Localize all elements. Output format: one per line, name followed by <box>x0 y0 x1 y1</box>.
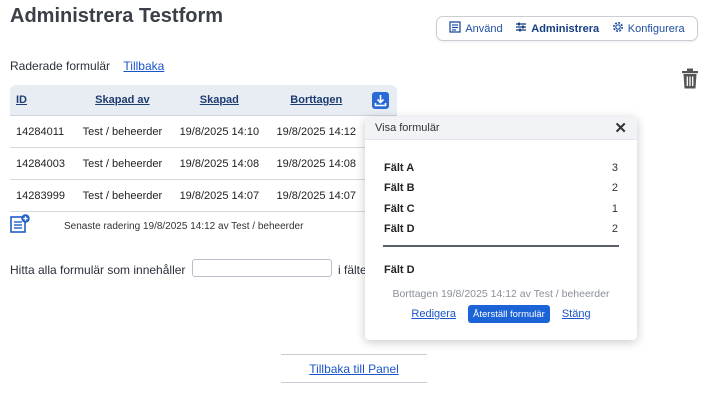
field-row: Fält B 2 <box>384 182 618 194</box>
field-name: Fält A <box>384 162 415 174</box>
table-row[interactable]: 14283999 Test / beheerder 19/8/2025 14:0… <box>10 179 397 212</box>
cell-deleted: 19/8/2025 14:12 <box>267 115 365 148</box>
trash-icon[interactable] <box>681 68 699 89</box>
deleted-info: Borttagen 19/8/2025 14:12 av Test / behe… <box>392 288 610 300</box>
nav-use-label: Använd <box>465 22 503 35</box>
field-name: Fält C <box>384 203 415 215</box>
field-value: 2 <box>611 223 618 235</box>
nav-configure[interactable]: Konfigurera <box>612 21 685 36</box>
cell-id: 14284011 <box>10 115 74 148</box>
field-value: 3 <box>611 162 618 174</box>
gear-icon <box>612 21 624 36</box>
cell-created-by: Test / beheerder <box>73 147 171 180</box>
search-row: Hitta alla formulär som innehåller i fäl… <box>10 259 367 277</box>
dialog-title: Visa formulär <box>375 122 440 134</box>
dialog-header: Visa formulär ✕ <box>365 117 637 140</box>
add-form-icon[interactable] <box>10 214 30 234</box>
cell-deleted: 19/8/2025 14:07 <box>267 179 365 212</box>
sliders-icon <box>515 21 527 36</box>
last-deletion-text: Senaste radering 19/8/2025 14:12 av Test… <box>64 221 304 232</box>
close-link[interactable]: Stäng <box>562 308 591 320</box>
nav-administer-label: Administrera <box>531 22 600 35</box>
table-row[interactable]: 14284011 Test / beheerder 19/8/2025 14:1… <box>10 115 397 148</box>
field-name: Fält D <box>384 223 415 235</box>
column-header-deleted[interactable]: Borttagen <box>267 85 365 116</box>
dialog-actions: Redigera Återställ formulär Stäng <box>365 305 637 323</box>
table-row[interactable]: 14284003 Test / beheerder 19/8/2025 14:0… <box>10 147 397 180</box>
field-name: Fält B <box>384 182 415 194</box>
footer: Tillbaka till Panel <box>281 354 427 383</box>
subheader: Raderade formulär Tillbaka <box>10 59 164 73</box>
cell-deleted: 19/8/2025 14:08 <box>267 147 365 180</box>
nav-use[interactable]: Använd <box>449 21 503 36</box>
back-link[interactable]: Tillbaka <box>123 59 164 73</box>
cell-created: 19/8/2025 14:10 <box>170 115 268 148</box>
cell-created-by: Test / beheerder <box>73 179 171 212</box>
field-value: 1 <box>611 203 618 215</box>
cell-id: 14283999 <box>10 179 74 212</box>
search-input[interactable] <box>192 259 332 277</box>
search-tail-label: i fälte <box>338 263 367 277</box>
search-label: Hitta alla formulär som innehåller <box>10 263 186 277</box>
cell-created-by: Test / beheerder <box>73 115 171 148</box>
form-icon <box>449 21 461 36</box>
column-header-id[interactable]: ID <box>10 85 74 116</box>
column-header-created-by[interactable]: Skapad av <box>73 85 171 116</box>
cell-id: 14284003 <box>10 147 74 180</box>
view-switcher: Använd Administrera Konfigurera <box>436 16 698 41</box>
back-to-panel-link[interactable]: Tillbaka till Panel <box>309 362 399 376</box>
cell-created: 19/8/2025 14:07 <box>170 179 268 212</box>
field-row: Fält A 3 <box>384 162 618 174</box>
detail-field-name: Fält D <box>384 264 415 276</box>
restore-form-button[interactable]: Återställ formulär <box>468 305 550 323</box>
column-header-created[interactable]: Skapad <box>170 85 268 116</box>
nav-administer[interactable]: Administrera <box>515 21 599 36</box>
view-form-dialog: Visa formulär ✕ Fält A 3 Fält B 2 Fält C… <box>365 117 637 340</box>
page-title: Administrera Testform <box>10 5 224 27</box>
cell-created: 19/8/2025 14:08 <box>170 147 268 180</box>
edit-link[interactable]: Redigera <box>411 308 456 320</box>
close-icon[interactable]: ✕ <box>614 121 627 136</box>
nav-configure-label: Konfigurera <box>627 22 685 35</box>
download-column <box>364 85 397 116</box>
field-row: Fält D 2 <box>384 223 618 235</box>
field-value: 2 <box>611 182 618 194</box>
download-icon <box>375 94 387 106</box>
deleted-forms-label: Raderade formulär <box>10 59 111 73</box>
deleted-forms-table: ID Skapad av Skapad Borttagen 14284011 T… <box>10 85 397 212</box>
divider <box>383 245 619 247</box>
field-row: Fält C 1 <box>384 203 618 215</box>
download-button[interactable] <box>372 91 390 109</box>
